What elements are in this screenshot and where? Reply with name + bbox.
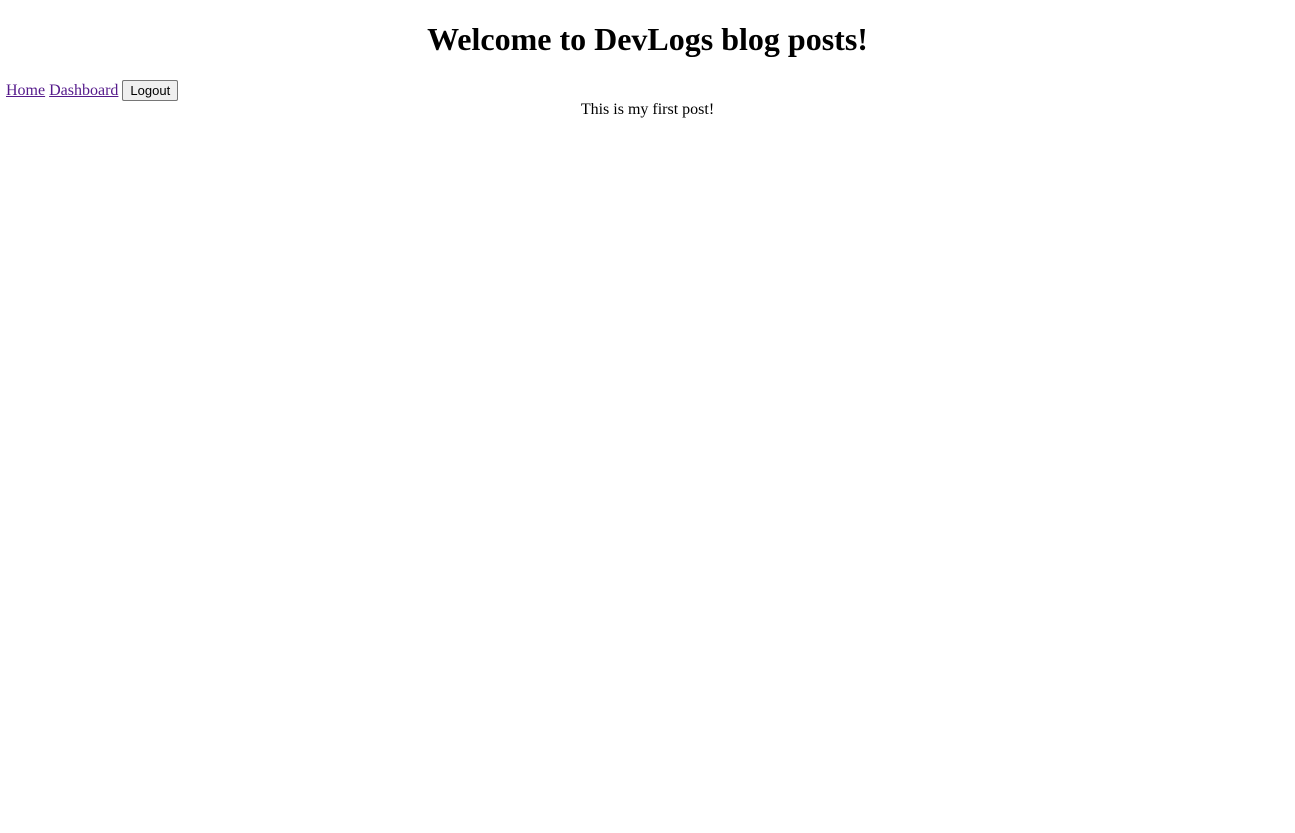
dashboard-link[interactable]: Dashboard — [49, 81, 118, 101]
page-title: Welcome to DevLogs blog posts! — [427, 21, 868, 57]
main-nav: Home Dashboard Logout — [6, 80, 179, 101]
post-item: This is my first post! — [580, 101, 715, 118]
home-link[interactable]: Home — [6, 81, 45, 101]
logout-button[interactable]: Logout — [122, 80, 179, 101]
